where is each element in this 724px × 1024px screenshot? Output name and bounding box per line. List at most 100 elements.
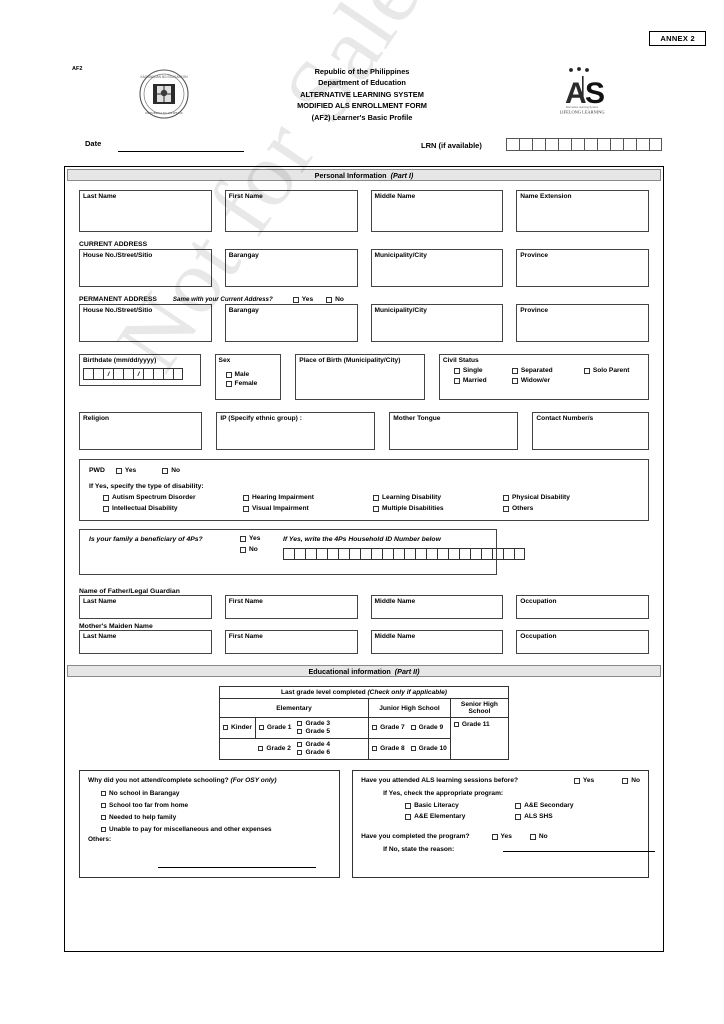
als-attended-yes[interactable]: Yes — [573, 777, 594, 784]
input-cell[interactable] — [371, 548, 382, 560]
grade-9[interactable]: Grade 9 — [410, 724, 443, 731]
checkbox-icon[interactable] — [503, 505, 509, 512]
field-contact-number[interactable]: Contact Number/s — [532, 412, 649, 450]
checkbox-icon[interactable] — [101, 803, 106, 808]
input-cell[interactable] — [393, 548, 404, 560]
cell-grade-10[interactable]: Grade 10 — [407, 738, 451, 760]
input-cell[interactable] — [610, 138, 623, 151]
checkbox-icon[interactable] — [297, 742, 303, 747]
grade-3[interactable]: Grade 3 — [297, 720, 330, 727]
checkbox-icon[interactable] — [101, 791, 106, 796]
als-completed-no[interactable]: No — [529, 833, 548, 840]
input-cell[interactable] — [294, 548, 305, 560]
cell-grade-9[interactable]: Grade 9 — [407, 717, 451, 739]
grade-11[interactable]: Grade 11 — [453, 721, 490, 728]
pwd-no[interactable]: No — [162, 467, 180, 474]
input-cell[interactable] — [338, 548, 349, 560]
checkbox-icon[interactable] — [243, 505, 249, 512]
field-ip-ethnic-group[interactable]: IP (Specify ethnic group) : — [216, 412, 376, 450]
disability-autism[interactable]: Autism Spectrum Disorder — [103, 494, 243, 501]
civil-married[interactable]: Married — [453, 377, 512, 384]
input-cell[interactable] — [584, 138, 597, 151]
field-father-last-name[interactable]: Last Name — [79, 595, 212, 619]
birthdate-cell[interactable] — [153, 368, 163, 380]
checkbox-icon[interactable] — [622, 777, 629, 784]
grade-10[interactable]: Grade 10 — [410, 745, 447, 752]
field-permanent-province[interactable]: Province — [516, 304, 649, 342]
program-als-shs[interactable]: ALS SHS — [515, 813, 640, 820]
disability-hearing[interactable]: Hearing Impairment — [243, 494, 373, 501]
input-cell[interactable] — [404, 548, 415, 560]
grade-4[interactable]: Grade 4 — [297, 741, 330, 748]
pwd-yes[interactable]: Yes — [115, 467, 136, 474]
input-cell[interactable] — [481, 548, 492, 560]
disability-physical[interactable]: Physical Disability — [503, 494, 639, 501]
input-cell[interactable] — [316, 548, 327, 560]
birthdate-cell[interactable] — [83, 368, 93, 380]
input-cell[interactable] — [503, 548, 514, 560]
birthdate-cell[interactable] — [173, 368, 183, 380]
checkbox-icon[interactable] — [297, 721, 303, 726]
birthdate-cells[interactable]: / / — [83, 368, 183, 380]
civil-solo-parent[interactable]: Solo Parent — [583, 367, 629, 374]
field-current-barangay[interactable]: Barangay — [224, 249, 358, 287]
grade-5[interactable]: Grade 5 — [297, 728, 330, 735]
grade-6[interactable]: Grade 6 — [297, 749, 330, 756]
input-cell[interactable] — [470, 548, 481, 560]
field-father-first-name[interactable]: First Name — [224, 595, 358, 619]
checkbox-icon[interactable] — [372, 746, 378, 751]
cell-grade-1[interactable]: Grade 1 — [254, 717, 295, 739]
disability-others[interactable]: Others — [503, 505, 639, 512]
cell-kinder[interactable]: Kinder — [219, 717, 256, 739]
checkbox-icon[interactable] — [453, 377, 460, 384]
osy-reason-too-far[interactable]: School too far from home — [101, 802, 331, 809]
input-cell[interactable] — [514, 548, 525, 560]
field-civil-status[interactable]: Civil Status Single Separated Solo Paren… — [438, 354, 650, 400]
als-attended-no[interactable]: No — [622, 777, 640, 784]
input-cell[interactable] — [349, 548, 360, 560]
input-cell[interactable] — [305, 548, 316, 560]
civil-separated[interactable]: Separated — [511, 367, 584, 374]
permanent-same-no[interactable]: No — [326, 296, 344, 303]
field-current-municipality[interactable]: Municipality/City — [370, 249, 504, 287]
checkbox-icon[interactable] — [101, 815, 106, 820]
osy-reason-unable-to-pay[interactable]: Unable to pay for miscellaneous and othe… — [101, 826, 331, 833]
checkbox-icon[interactable] — [258, 725, 264, 730]
checkbox-icon[interactable] — [573, 777, 580, 784]
checkbox-icon[interactable] — [511, 367, 518, 374]
disability-multiple[interactable]: Multiple Disabilities — [373, 505, 503, 512]
input-cell[interactable] — [437, 548, 448, 560]
field-religion[interactable]: Religion — [79, 412, 203, 450]
field-birthdate[interactable]: Birthdate (mm/dd/yyyy) / / — [79, 354, 201, 386]
checkbox-icon[interactable] — [405, 813, 412, 820]
cell-grade-11[interactable]: Grade 11 — [449, 717, 510, 760]
checkbox-icon[interactable] — [372, 725, 378, 730]
checkbox-icon[interactable] — [503, 494, 509, 501]
checkbox-icon[interactable] — [103, 494, 109, 501]
input-cell[interactable] — [327, 548, 338, 560]
checkbox-icon[interactable] — [225, 380, 232, 387]
sex-male[interactable]: Male — [225, 371, 258, 378]
sex-female[interactable]: Female — [225, 380, 257, 387]
input-cell[interactable] — [545, 138, 558, 151]
field-mother-middle-name[interactable]: Middle Name — [370, 630, 504, 654]
checkbox-icon[interactable] — [225, 371, 232, 378]
input-cell[interactable] — [636, 138, 649, 151]
checkbox-icon[interactable] — [515, 802, 522, 809]
input-cell[interactable] — [623, 138, 636, 151]
input-cell[interactable] — [426, 548, 437, 560]
birthdate-cell[interactable] — [123, 368, 133, 380]
field-permanent-house[interactable]: House No./Street/Sitio — [79, 304, 212, 342]
checkbox-icon[interactable] — [240, 535, 246, 542]
cell-grade-2[interactable]: Grade 2 — [255, 738, 295, 760]
field-mother-first-name[interactable]: First Name — [224, 630, 358, 654]
field-middle-name[interactable]: Middle Name — [370, 190, 504, 232]
checkbox-icon[interactable] — [515, 813, 522, 820]
grade-kinder[interactable]: Kinder — [223, 724, 252, 731]
disability-intellectual[interactable]: Intellectual Disability — [103, 505, 243, 512]
checkbox-icon[interactable] — [373, 505, 379, 512]
checkbox-icon[interactable] — [297, 750, 303, 755]
field-mother-occupation[interactable]: Occupation — [516, 630, 649, 654]
field-father-occupation[interactable]: Occupation — [516, 595, 649, 619]
cell-grade-3-5[interactable]: Grade 3 Grade 5 — [294, 717, 370, 739]
